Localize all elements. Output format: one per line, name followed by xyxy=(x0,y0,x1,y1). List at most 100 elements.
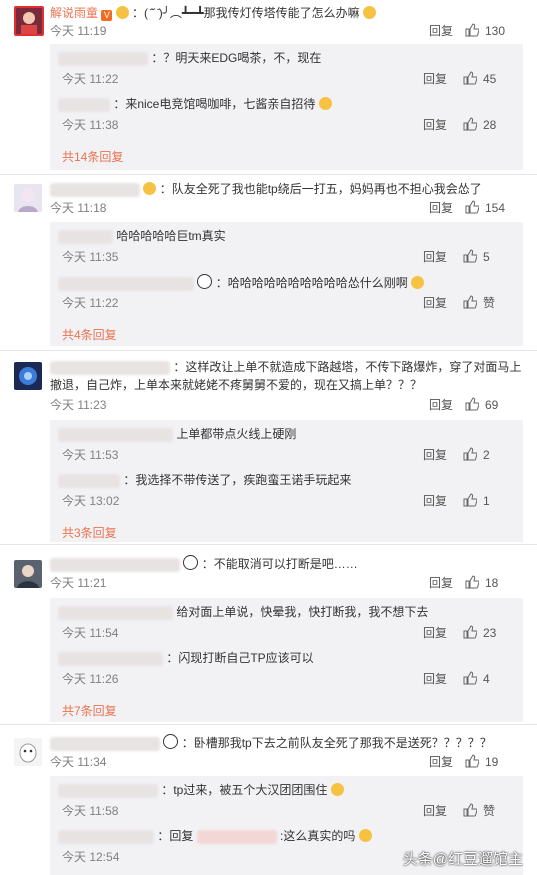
thumbs-up-icon xyxy=(463,625,477,639)
like-count: 2 xyxy=(483,448,490,462)
reply-button[interactable]: 回复 xyxy=(429,753,453,771)
reply-button[interactable]: 回复 xyxy=(429,22,453,40)
avatar[interactable] xyxy=(14,6,44,36)
like-button[interactable]: 28 xyxy=(463,116,523,134)
reply-button[interactable]: 回复 xyxy=(423,116,447,134)
thumbs-up-icon xyxy=(463,493,477,507)
comment-author[interactable]: 解说雨童 xyxy=(50,6,98,20)
avatar[interactable] xyxy=(14,560,42,588)
divider xyxy=(0,544,537,545)
sub-reply-text: 上单都带点火线上硬刚 xyxy=(176,427,297,441)
sub-reply-line: ：我选择不带传送了，疾跑蛮王诺手玩起来 xyxy=(58,472,523,488)
comment-time: 今天 11:21 xyxy=(50,576,107,590)
like-button[interactable]: 赞 xyxy=(463,802,523,820)
like-button[interactable]: 5 xyxy=(463,248,523,266)
sub-reply-meta: 今天 11:38 回复 28 xyxy=(62,116,523,134)
like-button[interactable]: 4 xyxy=(463,670,523,688)
reply-button[interactable]: 回复 xyxy=(423,624,447,642)
reply-button[interactable]: 回复 xyxy=(423,670,447,688)
like-count: 19 xyxy=(485,755,499,769)
divider xyxy=(0,350,537,351)
sub-reply-text: 给对面上单说，快晕我，快打断我，我不想下去 xyxy=(176,605,429,619)
like-count: 154 xyxy=(485,201,506,215)
sub-reply-time: 今天 12:54 xyxy=(62,850,120,864)
sub-reply-time: 今天 11:38 xyxy=(62,118,119,132)
sub-reply-text: 哈哈哈哈哈巨tm真实 xyxy=(116,229,226,243)
thumbs-up-icon xyxy=(463,295,477,309)
reply-box: ：？明天来EDG喝茶，不，现在 今天 11:22 回复 45 ：来nice电竞馆… xyxy=(50,44,523,170)
sub-reply-time: 今天 11:54 xyxy=(62,626,119,640)
emoji-icon xyxy=(183,555,199,570)
emoji-icon xyxy=(411,276,425,289)
more-replies-link[interactable]: 共14条回复 xyxy=(62,148,123,165)
like-count: 5 xyxy=(483,250,490,264)
like-count: 18 xyxy=(485,576,499,590)
sub-reply-line: 哈哈哈哈哈巨tm真实 xyxy=(58,228,523,244)
comment: 解说雨童 V ：( ̄ˇ ̄)╯︵┻━┻那我传灯传塔传能了怎么办嘛 今天 11:… xyxy=(0,0,537,176)
sub-reply: 哈哈哈哈哈巨tm真实 今天 11:35 回复 5 xyxy=(58,228,523,274)
reply-button[interactable]: 回复 xyxy=(423,248,447,266)
thumbs-up-icon xyxy=(465,575,479,589)
like-button[interactable]: 130 xyxy=(465,22,523,40)
sub-reply-text: ：？明天来EDG喝茶，不，现在 xyxy=(151,51,322,65)
like-button[interactable]: 45 xyxy=(463,70,523,88)
reply-button[interactable]: 回复 xyxy=(423,446,447,464)
comment: ：这样改让上单不就造成下路越塔，不传下路爆炸，穿了对面马上撤退，自己炸，上单本来… xyxy=(0,352,537,546)
like-button[interactable]: 2 xyxy=(463,446,523,464)
reply-button[interactable]: 回复 xyxy=(429,574,453,592)
thumbs-up-icon xyxy=(465,23,479,37)
sub-reply-meta: 今天 11:26 回复 4 xyxy=(62,670,523,688)
like-button[interactable]: 赞 xyxy=(463,294,523,312)
reply-button[interactable]: 回复 xyxy=(429,199,453,217)
sub-reply-meta: 今天 11:22 回复 45 xyxy=(62,70,523,88)
more-replies-link[interactable]: 共4条回复 xyxy=(62,326,117,343)
sub-reply-text: ：闪现打断自己TP应该可以 xyxy=(166,651,314,665)
comment-text: ：( ̄ˇ ̄)╯︵┻━┻那我传灯传塔传能了怎么办嘛 xyxy=(132,6,360,20)
reply-button[interactable]: 回复 xyxy=(423,294,447,312)
blurred-username xyxy=(58,605,173,620)
sub-reply-line: 给对面上单说，快晕我，快打断我，我不想下去 xyxy=(58,604,523,620)
more-replies-link[interactable]: 共3条回复 xyxy=(62,524,117,541)
reply-button[interactable]: 回复 xyxy=(423,802,447,820)
avatar[interactable] xyxy=(14,738,42,766)
comment: ：不能取消可以打断是吧…… 今天 11:21 回复 18 给对面上单说，快晕我，… xyxy=(0,546,537,726)
blurred-username xyxy=(50,360,170,375)
like-button[interactable]: 1 xyxy=(463,492,523,510)
divider xyxy=(0,174,537,175)
thumbs-up-icon xyxy=(465,200,479,214)
avatar[interactable] xyxy=(14,362,42,390)
like-button[interactable]: 154 xyxy=(465,199,523,217)
blurred-username xyxy=(58,783,158,798)
blurred-username xyxy=(58,97,110,112)
sub-reply-meta: 今天 13:02 回复 1 xyxy=(62,492,523,510)
like-button[interactable]: 18 xyxy=(465,574,523,592)
like-button[interactable]: 23 xyxy=(463,624,523,642)
blurred-username xyxy=(58,229,113,244)
blurred-username xyxy=(58,651,163,666)
sub-reply-text: ：回复 xyxy=(157,829,194,843)
comment-text: ：队友全死了我也能tp绕后一打五，妈妈再也不担心我会怂了 xyxy=(159,182,482,196)
sub-reply: ：我选择不带传送了，疾跑蛮王诺手玩起来 今天 13:02 回复 1 xyxy=(58,472,523,518)
sub-reply-line: ：回复 :这么真实的吗 xyxy=(58,828,523,844)
like-button[interactable]: 19 xyxy=(465,753,523,771)
reply-button[interactable]: 回复 xyxy=(423,492,447,510)
comment-meta: 今天 11:19 回复 130 xyxy=(50,22,523,40)
like-count: 赞 xyxy=(483,804,496,818)
comment-time: 今天 11:34 xyxy=(50,755,107,769)
sub-reply: 给对面上单说，快晕我，快打断我，我不想下去 今天 11:54 回复 23 xyxy=(58,604,523,650)
thumbs-up-icon xyxy=(465,754,479,768)
comment-meta: 今天 11:18 回复 154 xyxy=(50,199,523,217)
avatar[interactable] xyxy=(14,184,42,212)
sub-reply-time: 今天 11:58 xyxy=(62,804,119,818)
sub-reply-time: 今天 11:26 xyxy=(62,672,119,686)
blurred-username xyxy=(58,473,120,488)
emoji-icon xyxy=(358,829,372,842)
comment-time: 今天 11:19 xyxy=(50,24,107,38)
reply-button[interactable]: 回复 xyxy=(429,396,453,414)
blurred-username xyxy=(50,557,180,572)
more-replies-link[interactable]: 共7条回复 xyxy=(62,702,117,719)
reply-button[interactable]: 回复 xyxy=(423,70,447,88)
sub-reply-text: ：哈哈哈哈哈哈哈哈哈哈怂什么刚啊 xyxy=(215,276,408,290)
sub-reply-line: 上单都带点火线上硬刚 xyxy=(58,426,523,442)
like-button[interactable]: 69 xyxy=(465,396,523,414)
